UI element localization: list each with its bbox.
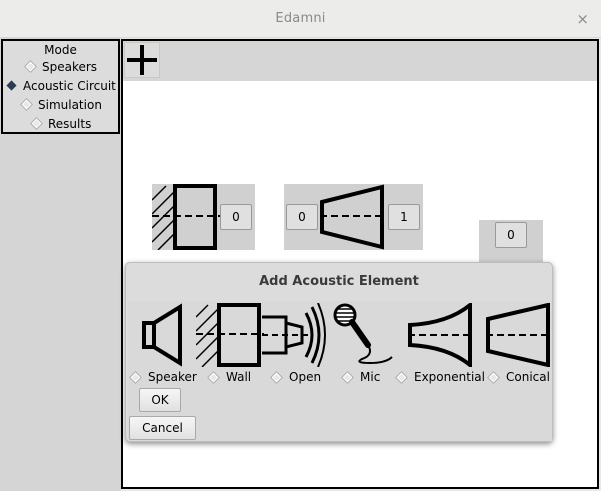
mode-title: Mode [44, 43, 77, 57]
add-element-dialog: Add Acoustic Element Speaker Wall Open M… [125, 262, 553, 442]
radio-open[interactable] [271, 372, 282, 382]
radio-wall[interactable] [208, 372, 219, 382]
radio-simulation[interactable] [21, 99, 32, 110]
element-option-label: Speaker [148, 370, 197, 384]
exponential-horn-icon [408, 303, 474, 367]
port-right[interactable]: 0 [220, 204, 252, 230]
open-end-icon [262, 303, 326, 367]
mode-option-label: Results [48, 116, 92, 131]
toolbar [123, 41, 597, 81]
wall-icon [152, 184, 220, 250]
mode-option-label: Simulation [38, 97, 102, 112]
radio-speakers[interactable] [25, 61, 36, 72]
radio-conical[interactable] [488, 372, 499, 382]
conical-block[interactable]: 0 1 [284, 184, 423, 250]
element-option-label: Conical [506, 370, 550, 384]
mode-option-acoustic-circuit[interactable]: Acoustic Circuit [6, 77, 116, 94]
cancel-button[interactable]: Cancel [129, 416, 196, 440]
mode-option-simulation[interactable]: Simulation [21, 96, 102, 113]
element-option-wall[interactable]: Wall [208, 369, 252, 385]
close-button[interactable]: × [576, 10, 589, 28]
element-option-label: Wall [226, 370, 252, 384]
plus-icon [127, 45, 157, 75]
mode-option-label: Acoustic Circuit [23, 78, 116, 93]
radio-exponential[interactable] [396, 372, 407, 382]
window-title: Edamni [275, 11, 326, 26]
dialog-body: Speaker Wall Open Mic Exponential Conica… [128, 301, 552, 441]
element-option-label: Open [289, 370, 322, 384]
radio-speaker[interactable] [130, 372, 141, 382]
mode-option-results[interactable]: Results [31, 115, 92, 132]
element-option-speaker[interactable]: Speaker [130, 369, 197, 385]
radio-results[interactable] [31, 118, 42, 129]
mode-panel: Mode Speakers Acoustic Circuit Simulatio… [1, 39, 120, 134]
wall-icon [196, 303, 264, 367]
radio-mic[interactable] [342, 372, 353, 382]
ok-button[interactable]: OK [139, 388, 181, 412]
element-option-open[interactable]: Open [271, 369, 322, 385]
radio-acoustic-circuit[interactable] [6, 80, 17, 91]
left-sidebar: Mode Speakers Acoustic Circuit Simulatio… [0, 38, 121, 491]
port-top[interactable]: 0 [495, 222, 527, 248]
title-bar: Edamni × [0, 0, 601, 38]
element-option-label: Exponential [414, 370, 485, 384]
speaker-icon [142, 303, 182, 367]
mode-option-speakers[interactable]: Speakers [25, 58, 98, 75]
element-option-mic[interactable]: Mic [342, 369, 381, 385]
mic-icon [333, 303, 393, 365]
add-element-button[interactable] [124, 42, 160, 78]
wall-block[interactable]: 0 [152, 184, 255, 250]
element-option-exponential[interactable]: Exponential [396, 369, 485, 385]
conical-horn-icon [486, 303, 552, 367]
mode-option-label: Speakers [42, 59, 98, 74]
port-left[interactable]: 0 [286, 204, 318, 230]
conical-horn-icon [320, 184, 386, 250]
element-option-conical[interactable]: Conical [488, 369, 550, 385]
element-option-label: Mic [360, 370, 381, 384]
port-right[interactable]: 1 [388, 204, 420, 230]
dialog-title: Add Acoustic Element [259, 274, 419, 289]
